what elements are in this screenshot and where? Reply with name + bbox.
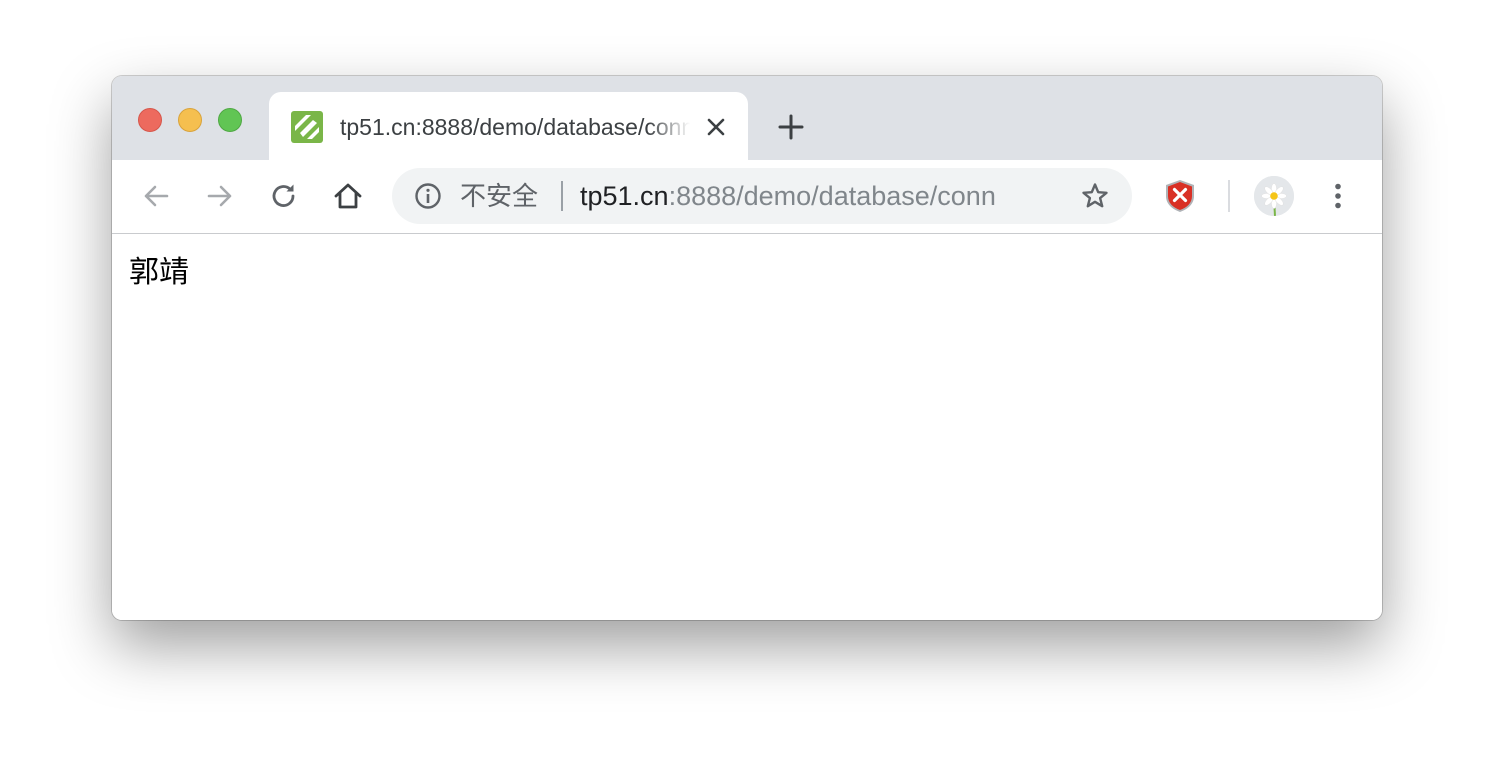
window-minimize-button[interactable]: [178, 108, 202, 132]
window-close-button[interactable]: [138, 108, 162, 132]
home-icon[interactable]: [331, 179, 365, 213]
new-tab-plus-icon[interactable]: [776, 112, 806, 142]
active-tab[interactable]: tp51.cn:8888/demo/database/connect: [269, 92, 748, 160]
page-text: 郭靖: [129, 255, 189, 290]
window-maximize-button[interactable]: [218, 108, 242, 132]
tab-close-icon[interactable]: [703, 114, 729, 140]
url-host: tp51.cn: [580, 181, 669, 211]
browser-window: tp51.cn:8888/demo/database/connect 不安全 t…: [112, 76, 1382, 620]
omnibox-divider: [561, 181, 563, 211]
address-bar[interactable]: 不安全 tp51.cn:8888/demo/database/conn: [392, 168, 1132, 224]
title-bar: tp51.cn:8888/demo/database/connect: [112, 76, 1382, 160]
url-path: :8888/demo/database/conn: [668, 181, 996, 211]
info-icon[interactable]: [414, 182, 442, 210]
daisy-avatar-icon: [1254, 176, 1294, 216]
star-icon[interactable]: [1080, 181, 1110, 211]
page-content: 郭靖: [112, 234, 1382, 620]
more-vert-icon[interactable]: [1321, 179, 1355, 213]
shield-extension-icon[interactable]: [1162, 178, 1198, 214]
profile-avatar[interactable]: [1254, 176, 1294, 216]
browser-toolbar: 不安全 tp51.cn:8888/demo/database/conn: [112, 160, 1382, 234]
thinkphp-favicon-icon: [291, 111, 323, 143]
url-text[interactable]: tp51.cn:8888/demo/database/conn: [580, 168, 1050, 224]
back-arrow-icon[interactable]: [139, 179, 173, 213]
forward-arrow-icon[interactable]: [203, 179, 237, 213]
reload-icon[interactable]: [267, 179, 301, 213]
tab-title: tp51.cn:8888/demo/database/connect: [340, 114, 690, 140]
toolbar-divider: [1228, 180, 1230, 212]
security-label[interactable]: 不安全: [460, 168, 538, 224]
